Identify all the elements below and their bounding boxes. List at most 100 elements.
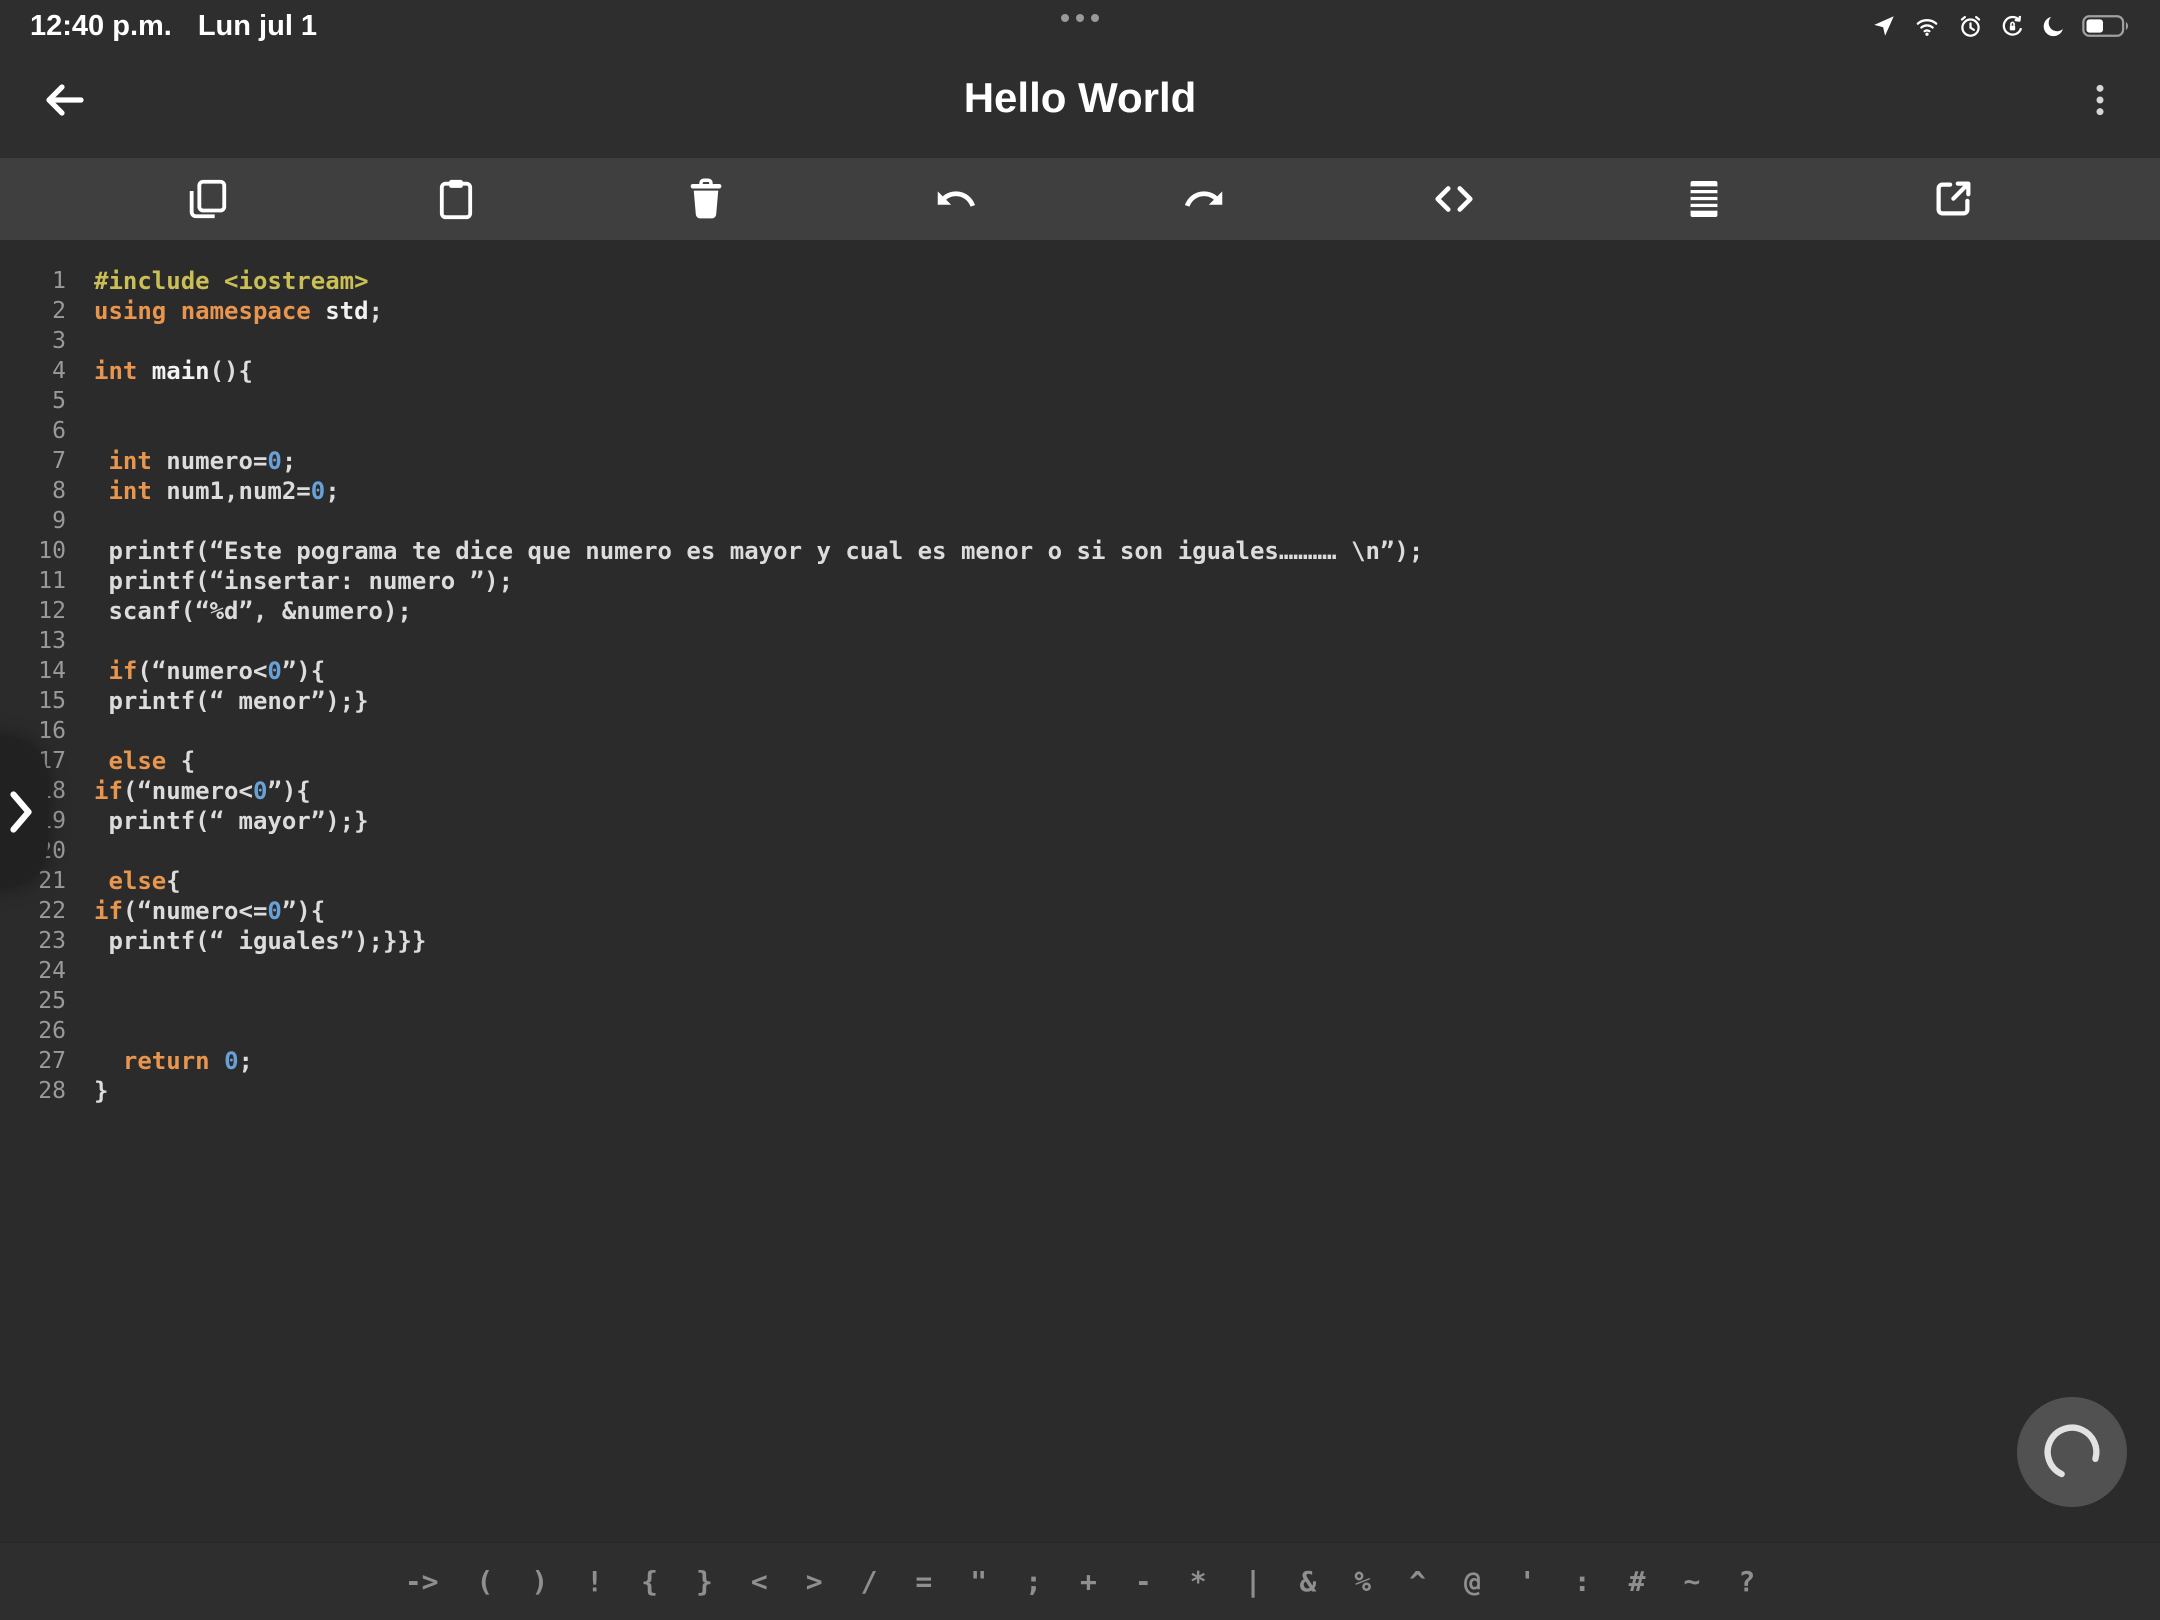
overflow-menu-button[interactable]: [2070, 70, 2130, 130]
code-line[interactable]: 3: [0, 326, 2160, 356]
page-title: Hello World: [0, 44, 2160, 158]
loading-spinner[interactable]: [2017, 1397, 2127, 1507]
code-line[interactable]: 1#include <iostream>: [0, 266, 2160, 296]
code-line[interactable]: 16: [0, 716, 2160, 746]
console-button[interactable]: [1676, 171, 1732, 227]
code-line[interactable]: 25: [0, 986, 2160, 1016]
code-line[interactable]: 19 printf(“ mayor”);}: [0, 806, 2160, 836]
line-number: 23: [0, 928, 66, 954]
code-text: else {: [66, 747, 195, 775]
line-number: 24: [0, 958, 66, 984]
code-line[interactable]: 27 return 0;: [0, 1046, 2160, 1076]
code-line[interactable]: 26: [0, 1016, 2160, 1046]
symbol-key[interactable]: #: [1625, 1565, 1650, 1598]
code-line[interactable]: 2using namespace std;: [0, 296, 2160, 326]
code-line[interactable]: 22if(“numero<=0”){: [0, 896, 2160, 926]
code-line[interactable]: 20: [0, 836, 2160, 866]
symbol-key[interactable]: -: [1131, 1565, 1156, 1598]
symbol-key[interactable]: ->: [401, 1565, 443, 1598]
open-in-button[interactable]: [1925, 171, 1981, 227]
line-number: 3: [0, 328, 66, 354]
scroll-handle[interactable]: [0, 736, 48, 888]
symbol-key[interactable]: :: [1570, 1565, 1595, 1598]
line-number: 5: [0, 388, 66, 414]
code-line[interactable]: 8 int num1,num2=0;: [0, 476, 2160, 506]
undo-button[interactable]: [927, 171, 983, 227]
code-line[interactable]: 14 if(“numero<0”){: [0, 656, 2160, 686]
code-line[interactable]: 24: [0, 956, 2160, 986]
delete-button[interactable]: [678, 171, 734, 227]
line-number: 15: [0, 688, 66, 714]
symbol-key[interactable]: (: [473, 1565, 498, 1598]
symbol-key[interactable]: |: [1241, 1565, 1266, 1598]
header: Hello World: [0, 44, 2160, 158]
symbol-key[interactable]: ): [527, 1565, 552, 1598]
symbol-key[interactable]: +: [1076, 1565, 1101, 1598]
code-line[interactable]: 6: [0, 416, 2160, 446]
symbol-key[interactable]: ;: [1021, 1565, 1046, 1598]
code-line[interactable]: 7 int numero=0;: [0, 446, 2160, 476]
code-line[interactable]: 28}: [0, 1076, 2160, 1106]
code-line[interactable]: 23 printf(“ iguales”);}}}: [0, 926, 2160, 956]
copy-icon: [184, 176, 230, 222]
top-chrome: 12:40 p.m. Lun jul 1 Hello World: [0, 0, 2160, 158]
symbol-key[interactable]: }: [692, 1565, 717, 1598]
code-text: if(“numero<0”){: [66, 777, 311, 805]
code-view-button[interactable]: [1426, 171, 1482, 227]
symbol-key[interactable]: ': [1515, 1565, 1540, 1598]
symbol-key[interactable]: ^: [1405, 1565, 1430, 1598]
line-number: 26: [0, 1018, 66, 1044]
paste-icon: [433, 176, 479, 222]
symbol-key[interactable]: =: [911, 1565, 936, 1598]
code-line[interactable]: 5: [0, 386, 2160, 416]
code-text: if(“numero<0”){: [66, 657, 325, 685]
symbol-key[interactable]: %: [1350, 1565, 1375, 1598]
symbol-key[interactable]: *: [1186, 1565, 1211, 1598]
symbol-key[interactable]: /: [857, 1565, 882, 1598]
line-number: 6: [0, 418, 66, 444]
code-line[interactable]: 15 printf(“ menor”);}: [0, 686, 2160, 716]
symbol-key[interactable]: @: [1460, 1565, 1485, 1598]
code-line[interactable]: 10 printf(“Este pograma te dice que nume…: [0, 536, 2160, 566]
code-line[interactable]: 17 else {: [0, 746, 2160, 776]
symbol-key[interactable]: ": [966, 1565, 991, 1598]
code-line[interactable]: 13: [0, 626, 2160, 656]
line-number: 2: [0, 298, 66, 324]
code-text: printf(“ mayor”);}: [66, 807, 369, 835]
code-text: int num1,num2=0;: [66, 477, 340, 505]
line-number: 9: [0, 508, 66, 534]
code-text: printf(“ iguales”);}}}: [66, 927, 426, 955]
code-brackets-icon: [1431, 176, 1477, 222]
code-line[interactable]: 21 else{: [0, 866, 2160, 896]
symbol-key[interactable]: &: [1295, 1565, 1320, 1598]
symbol-key[interactable]: <: [747, 1565, 772, 1598]
redo-button[interactable]: [1177, 171, 1233, 227]
code-editor[interactable]: 1#include <iostream>2using namespace std…: [0, 262, 2160, 1540]
symbol-key[interactable]: >: [802, 1565, 827, 1598]
console-icon: [1681, 176, 1727, 222]
line-number: 7: [0, 448, 66, 474]
line-number: 27: [0, 1048, 66, 1074]
redo-icon: [1182, 176, 1228, 222]
line-number: 1: [0, 268, 66, 294]
code-text: scanf(“%d”, &numero);: [66, 597, 412, 625]
status-bar: 12:40 p.m. Lun jul 1: [0, 0, 2160, 44]
line-number: 28: [0, 1078, 66, 1104]
code-line[interactable]: 11 printf(“insertar: numero ”);: [0, 566, 2160, 596]
code-line[interactable]: 12 scanf(“%d”, &numero);: [0, 596, 2160, 626]
code-text: printf(“Este pograma te dice que numero …: [66, 537, 1423, 565]
code-line[interactable]: 4int main(){: [0, 356, 2160, 386]
line-number: 4: [0, 358, 66, 384]
code-text: printf(“ menor”);}: [66, 687, 369, 715]
copy-button[interactable]: [179, 171, 235, 227]
code-text: using namespace std;: [66, 297, 383, 325]
symbol-key[interactable]: ?: [1734, 1565, 1759, 1598]
code-line[interactable]: 9: [0, 506, 2160, 536]
paste-button[interactable]: [428, 171, 484, 227]
symbol-key[interactable]: {: [637, 1565, 662, 1598]
line-number: 25: [0, 988, 66, 1014]
code-line[interactable]: 18if(“numero<0”){: [0, 776, 2160, 806]
symbol-key[interactable]: ~: [1679, 1565, 1704, 1598]
symbol-key[interactable]: !: [582, 1565, 607, 1598]
symbol-keys: -> ()! {} < > / = "; +-* |&% ^ @ ': # ~?: [401, 1565, 1759, 1598]
